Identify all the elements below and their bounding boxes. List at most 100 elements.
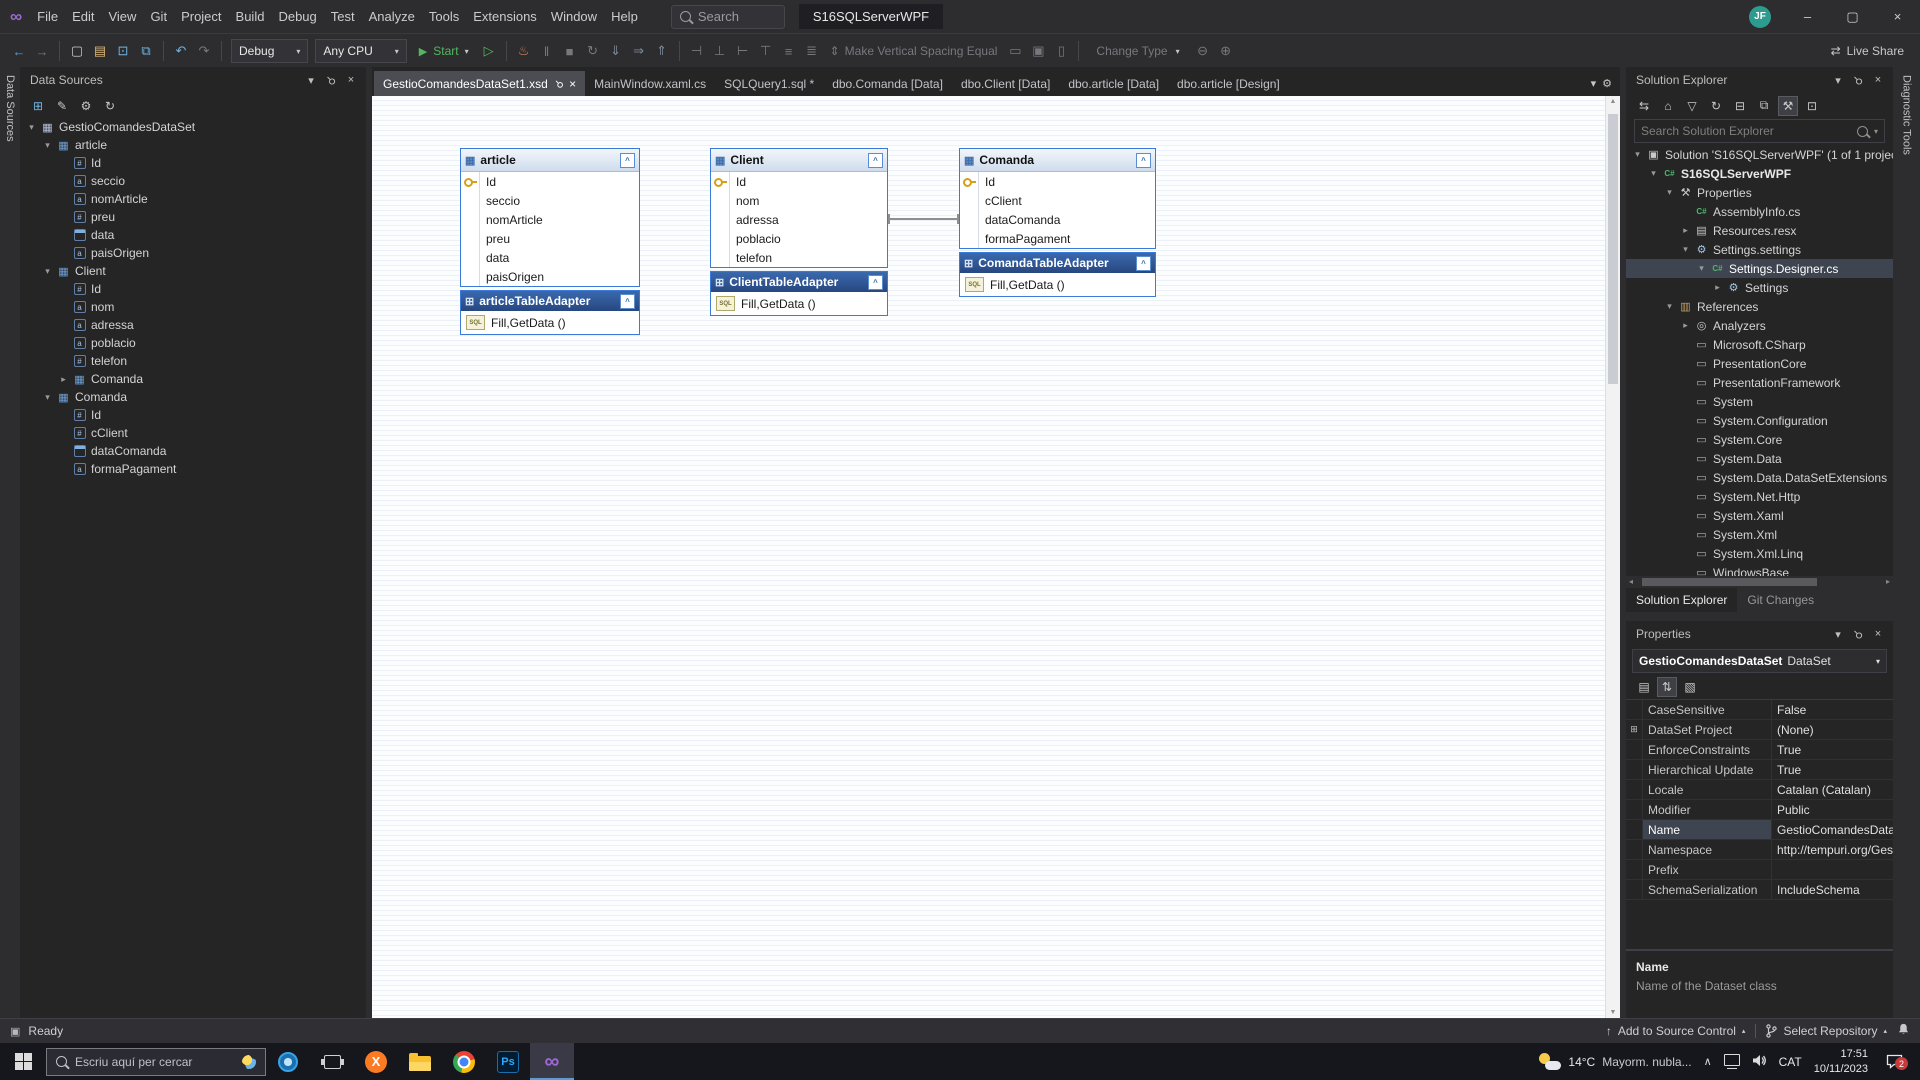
solution-item-references[interactable]: ▾ ▥ References (1626, 297, 1893, 316)
scroll-left-icon[interactable]: ◂ (1629, 577, 1633, 586)
stop-icon[interactable]: ■ (559, 39, 581, 63)
property-row-dataset-project[interactable]: ⊞ DataSet Project (None) (1626, 720, 1893, 740)
categorized-icon[interactable]: ▤ (1634, 677, 1654, 697)
alphabetical-icon[interactable]: ⇅ (1657, 677, 1677, 697)
expander-expanded-icon[interactable]: ▾ (40, 140, 55, 151)
expander-collapsed-icon[interactable]: ▸ (1678, 225, 1693, 236)
expander-collapsed-icon[interactable]: ▸ (1678, 320, 1693, 331)
menu-help[interactable]: Help (604, 0, 645, 33)
align-tops-icon[interactable]: ⊤ (755, 39, 777, 63)
property-row-name[interactable]: NameGestioComandesDataSet (1626, 820, 1893, 840)
property-row-modifier[interactable]: Modifier Public (1626, 800, 1893, 820)
options-icon[interactable]: ⚙ (1602, 77, 1612, 90)
tab-sqlquery1-sql[interactable]: SQLQuery1.sql * (715, 71, 823, 96)
data-source-paisorigen[interactable]: a paisOrigen (20, 244, 366, 262)
start-button[interactable] (0, 1043, 46, 1080)
hot-reload-icon[interactable]: ♨ (513, 39, 535, 63)
expander-collapsed-icon[interactable]: ▸ (1710, 282, 1725, 293)
dataset-designer-canvas[interactable]: ▦ article ^ Id seccio nomArticle preu data paisO… (372, 96, 1620, 1018)
solution-item-system-xml[interactable]: ▭ System.Xml (1626, 525, 1893, 544)
column-row-seccio[interactable]: seccio (461, 191, 639, 210)
same-size-icon[interactable]: ▣ (1027, 39, 1049, 63)
save-all-icon[interactable]: ⧉ (135, 39, 157, 63)
data-source-seccio[interactable]: a seccio (20, 172, 366, 190)
entity-comanda[interactable]: ▦ Comanda ^ Id cClient dataComanda formaPagame… (959, 148, 1156, 297)
solution-item-solution-s16sqlserverwpf-1-of-1-project[interactable]: ▾ ▣ Solution 'S16SQLServerWPF' (1 of 1 pro… (1626, 145, 1893, 164)
redo-icon[interactable]: ↷ (193, 39, 215, 63)
show-all-files-icon[interactable]: ⧉ (1754, 96, 1774, 116)
configure-wizard-icon[interactable]: ⚙ (76, 96, 96, 116)
object-selector-combo[interactable]: GestioComandesDataSet DataSet ▾ (1632, 649, 1887, 673)
step-over-icon[interactable]: ⇒ (628, 39, 650, 63)
expander-expanded-icon[interactable]: ▾ (24, 122, 39, 133)
window-options-icon[interactable]: ▾ (302, 71, 320, 89)
bottom-tab-solution-explorer[interactable]: Solution Explorer (1626, 588, 1738, 612)
data-source-preu[interactable]: # preu (20, 208, 366, 226)
network-icon[interactable] (1723, 1054, 1740, 1069)
back-icon[interactable]: ← (8, 39, 30, 63)
property-row-prefix[interactable]: Prefix (1626, 860, 1893, 880)
minimize-button[interactable]: – (1785, 0, 1830, 33)
data-source-telefon[interactable]: # telefon (20, 352, 366, 370)
save-icon[interactable]: ⊡ (112, 39, 134, 63)
property-row-locale[interactable]: Locale Catalan (Catalan) (1626, 780, 1893, 800)
adapter-header[interactable]: ⊞ articleTableAdapter ^ (461, 291, 639, 311)
column-row-poblacio[interactable]: poblacio (711, 229, 887, 248)
tab-dbo-article-data[interactable]: dbo.article [Data] (1059, 71, 1168, 96)
data-source-adressa[interactable]: a adressa (20, 316, 366, 334)
solution-item-assemblyinfo-cs[interactable]: C# AssemblyInfo.cs (1626, 202, 1893, 221)
data-source-comanda[interactable]: ▾ ▦ Comanda (20, 388, 366, 406)
entity-header[interactable]: ▦ article ^ (461, 149, 639, 172)
pin-icon[interactable]: ⚲ (322, 71, 340, 89)
collapse-all-icon[interactable]: ⊟ (1730, 96, 1750, 116)
undo-icon[interactable]: ↶ (170, 39, 192, 63)
column-row-nom[interactable]: nom (711, 191, 887, 210)
column-row-cclient[interactable]: cClient (960, 191, 1155, 210)
tab-dbo-article-design[interactable]: dbo.article [Design] (1168, 71, 1289, 96)
pin-tab-icon[interactable]: ⚲ (552, 77, 565, 90)
column-row-nomarticle[interactable]: nomArticle (461, 210, 639, 229)
column-row-data[interactable]: data (461, 248, 639, 267)
step-out-icon[interactable]: ⇑ (651, 39, 673, 63)
collapse-icon[interactable]: ^ (620, 293, 635, 309)
hidden-icons-chevron[interactable]: ∧ (1704, 1055, 1712, 1068)
data-source-formapagament[interactable]: a formaPagament (20, 460, 366, 478)
solution-item-windowsbase[interactable]: ▭ WindowsBase (1626, 563, 1893, 577)
menu-debug[interactable]: Debug (271, 0, 323, 33)
menu-window[interactable]: Window (544, 0, 604, 33)
clock[interactable]: 17:51 10/11/2023 (1814, 1047, 1868, 1076)
data-source-client[interactable]: ▾ ▦ Client (20, 262, 366, 280)
entity-article[interactable]: ▦ article ^ Id seccio nomArticle preu data paisO… (460, 148, 640, 335)
column-row-telefon[interactable]: telefon (711, 248, 887, 267)
language-indicator[interactable]: CAT (1779, 1055, 1802, 1069)
close-icon[interactable]: × (1869, 625, 1887, 643)
pin-icon[interactable]: ⚲ (1849, 71, 1867, 89)
close-tab-icon[interactable]: × (569, 77, 576, 91)
run-without-debug-icon[interactable]: ▷ (478, 39, 500, 63)
property-row-schemaserialization[interactable]: SchemaSerialization IncludeSchema (1626, 880, 1893, 900)
action-center-icon[interactable]: 2 (1880, 1054, 1908, 1070)
add-to-source-control-button[interactable]: ↑ Add to Source Control ▴ (1606, 1024, 1746, 1038)
make-vertical-spacing-equal-button[interactable]: ⇕ Make Vertical Spacing Equal (824, 44, 1004, 58)
menu-file[interactable]: File (30, 0, 65, 33)
expander-collapsed-icon[interactable]: ▸ (56, 374, 71, 385)
pause-icon[interactable]: ‖ (536, 39, 558, 63)
edit-dataset-icon[interactable]: ✎ (52, 96, 72, 116)
collapse-icon[interactable]: ^ (1136, 152, 1151, 168)
property-pages-icon[interactable]: ▧ (1680, 677, 1700, 697)
adapter-methods-row[interactable]: SQL Fill,GetData () (960, 273, 1155, 296)
window-options-icon[interactable]: ▾ (1829, 625, 1847, 643)
solution-item-microsoft-csharp[interactable]: ▭ Microsoft.CSharp (1626, 335, 1893, 354)
solution-item-system-configuration[interactable]: ▭ System.Configuration (1626, 411, 1893, 430)
home-icon[interactable]: ⌂ (1658, 96, 1678, 116)
adapter-header[interactable]: ⊞ ClientTableAdapter ^ (711, 272, 887, 292)
collapse-icon[interactable]: ^ (868, 274, 883, 290)
expander-expanded-icon[interactable]: ▾ (40, 392, 55, 403)
tab-mainwindow-xaml-cs[interactable]: MainWindow.xaml.cs (585, 71, 715, 96)
tab-dbo-comanda-data[interactable]: dbo.Comanda [Data] (823, 71, 952, 96)
solution-item-system[interactable]: ▭ System (1626, 392, 1893, 411)
close-button[interactable]: × (1875, 0, 1920, 33)
expander-expanded-icon[interactable]: ▾ (40, 266, 55, 277)
menu-build[interactable]: Build (229, 0, 272, 33)
data-source-poblacio[interactable]: a poblacio (20, 334, 366, 352)
